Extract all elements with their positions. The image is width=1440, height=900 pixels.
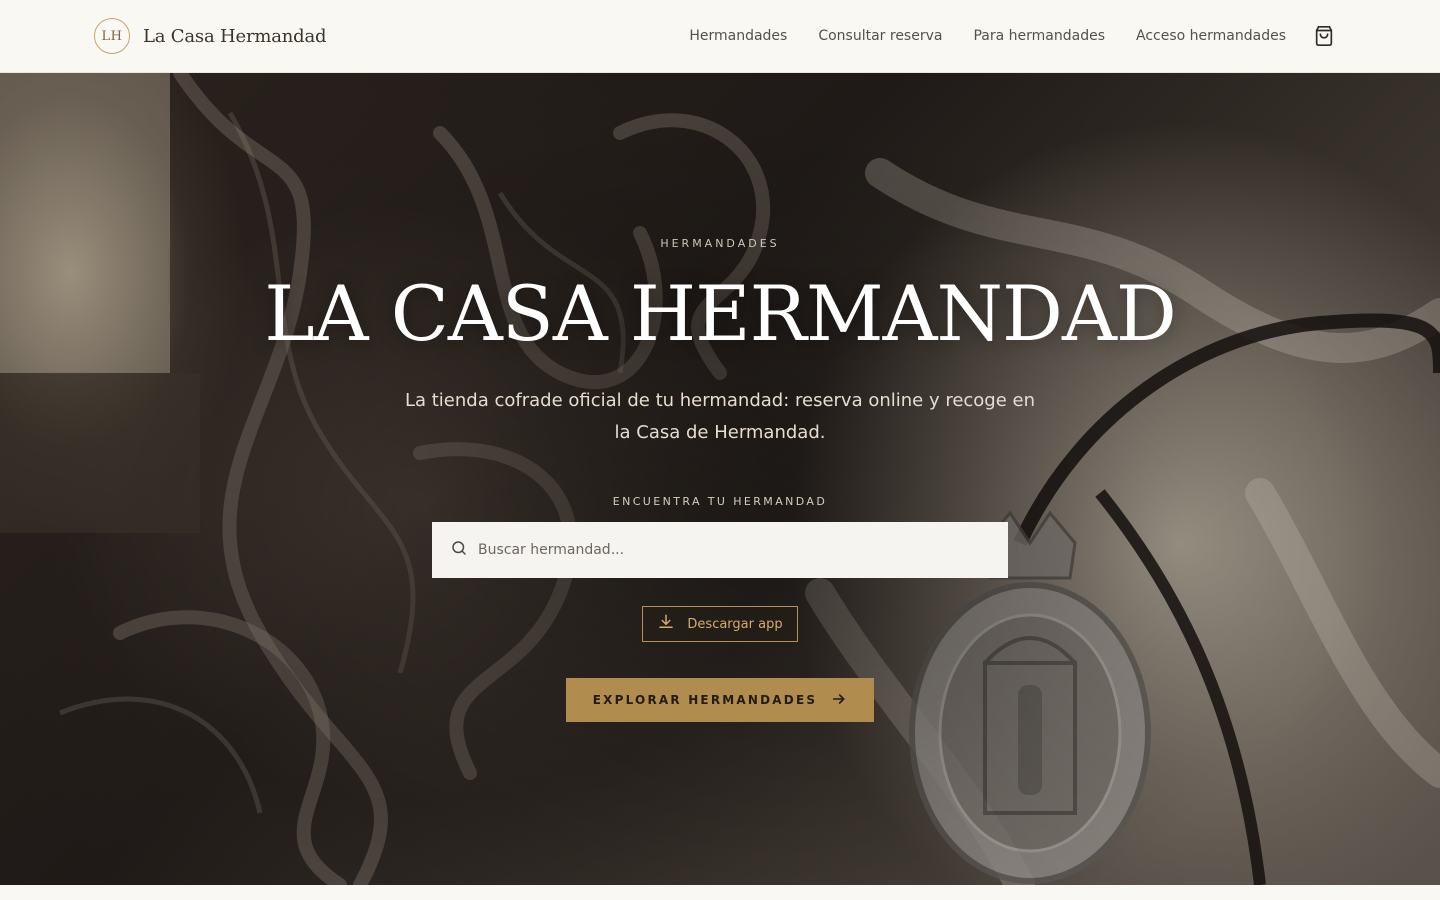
hero-subtitle: La tienda cofrade oficial de tu hermanda…	[404, 390, 1036, 443]
site-header: LH La Casa Hermandad Hermandades Consult…	[0, 0, 1440, 73]
logo-monogram: LH	[94, 18, 130, 54]
page-bottom-strip	[0, 885, 1440, 900]
shopping-bag-icon[interactable]	[1312, 24, 1336, 48]
nav-link-para-hermandades[interactable]: Para hermandades	[973, 28, 1105, 44]
nav-link-acceso-hermandades[interactable]: Acceso hermandades	[1136, 28, 1286, 44]
download-app-button[interactable]: Descargar app	[642, 606, 798, 642]
hero-content: HERMANDADES LA CASA HERMANDAD La tienda …	[0, 73, 1440, 885]
brand-logo-link[interactable]: LH La Casa Hermandad	[94, 18, 327, 54]
main-nav: Hermandades Consultar reserva Para herma…	[689, 24, 1336, 48]
hero-title: LA CASA HERMANDAD	[264, 269, 1177, 358]
search-box	[432, 522, 1008, 578]
hero-eyebrow: HERMANDADES	[660, 237, 780, 250]
search-label: ENCUENTRA TU HERMANDAD	[612, 495, 828, 508]
hero-section: HERMANDADES LA CASA HERMANDAD La tienda …	[0, 73, 1440, 885]
search-icon	[450, 539, 468, 561]
arrow-right-icon	[831, 691, 847, 710]
download-icon	[657, 613, 675, 635]
download-app-label: Descargar app	[687, 616, 783, 632]
nav-link-consultar-reserva[interactable]: Consultar reserva	[818, 28, 942, 44]
nav-link-hermandades[interactable]: Hermandades	[689, 28, 787, 44]
brand-name: La Casa Hermandad	[143, 25, 327, 47]
explore-button-label: EXPLORAR HERMANDADES	[592, 693, 818, 707]
explore-hermandades-button[interactable]: EXPLORAR HERMANDADES	[565, 678, 875, 722]
search-input[interactable]	[478, 542, 990, 558]
